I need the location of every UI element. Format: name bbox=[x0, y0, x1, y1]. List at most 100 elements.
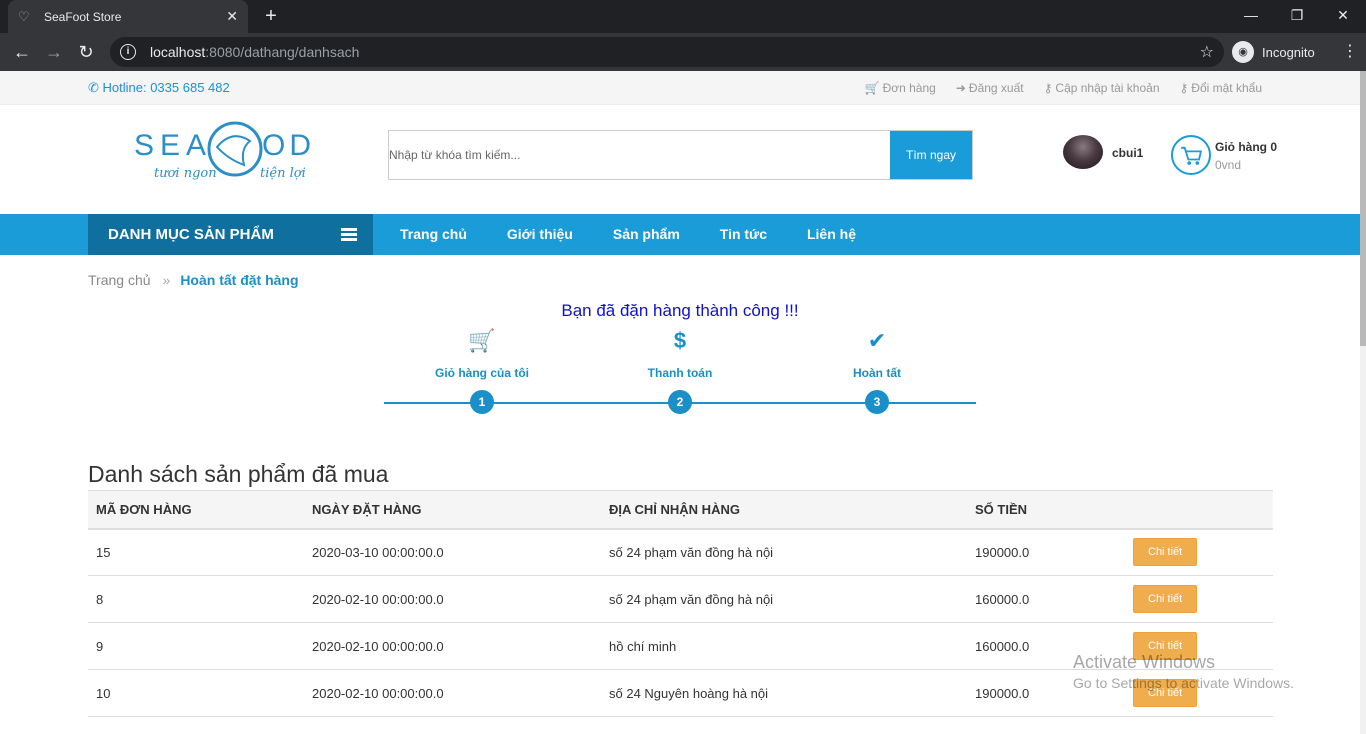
cart-title[interactable]: Giỏ hàng 0 bbox=[1215, 140, 1277, 154]
nav-item-products[interactable]: Sản phẩm bbox=[613, 214, 680, 255]
step-number: 2 bbox=[668, 390, 692, 414]
order-date: 2020-02-10 00:00:00.0 bbox=[304, 669, 601, 717]
order-action-cell: Chi tiết bbox=[1125, 528, 1273, 576]
orders-title: Danh sách sản phẩm đã mua bbox=[88, 461, 389, 487]
sign-out-icon: ➜ bbox=[955, 81, 966, 95]
column-header: SỐ TIỀN bbox=[967, 490, 1125, 530]
step-label: Thanh toán bbox=[647, 366, 713, 380]
order-amount: 160000.0 bbox=[967, 575, 1125, 623]
incognito-icon: ◉ bbox=[1232, 41, 1254, 63]
page-viewport: ✆ Hotline: 0335 685 482 🛒 Đơn hàng ➜ Đăng … bbox=[0, 71, 1360, 734]
step-cart: 🛒 Giỏ hàng của tôi 1 bbox=[407, 326, 557, 414]
close-window-button[interactable]: ✕ bbox=[1320, 0, 1366, 33]
breadcrumb-separator: » bbox=[162, 272, 171, 288]
breadcrumb-home[interactable]: Trang chủ bbox=[88, 272, 151, 288]
username[interactable]: cbui1 bbox=[1112, 146, 1143, 160]
order-id: 8 bbox=[88, 575, 304, 623]
forward-icon[interactable]: → bbox=[40, 38, 68, 66]
url-host: localhost bbox=[150, 44, 206, 60]
table-row: 15 2020-03-10 00:00:00.0 số 24 phạm văn … bbox=[88, 528, 1273, 576]
avatar[interactable] bbox=[1063, 135, 1103, 169]
search-button[interactable]: Tìm ngay bbox=[890, 131, 972, 179]
bookmark-star-icon[interactable]: ☆ bbox=[1200, 42, 1214, 62]
browser-tab-bar: ♡ SeaFoot Store ✕ + — ❐ ✕ bbox=[0, 0, 1366, 33]
close-tab-icon[interactable]: ✕ bbox=[226, 8, 238, 25]
site-header: SEA OD tươi ngon tiện lợi Tìm ngay cbui1… bbox=[0, 105, 1360, 214]
success-message: Bạn đã đặn hàng thành công !!! bbox=[561, 301, 799, 320]
order-date: 2020-03-10 00:00:00.0 bbox=[304, 528, 601, 576]
column-header: MÃ ĐƠN HÀNG bbox=[88, 490, 304, 530]
browser-menu-icon[interactable]: ⋮ bbox=[1340, 38, 1360, 66]
page-scrollbar[interactable] bbox=[1360, 71, 1366, 734]
cart-icon[interactable] bbox=[1171, 135, 1211, 175]
reload-icon[interactable]: ↻ bbox=[72, 38, 100, 66]
cart-icon: 🛒 bbox=[864, 81, 880, 95]
checkout-steps: 🛒 Giỏ hàng của tôi 1 $ Thanh toán 2 ✔ Ho… bbox=[384, 326, 976, 416]
incognito-indicator[interactable]: ◉ Incognito bbox=[1232, 38, 1315, 66]
order-address: hồ chí minh bbox=[601, 622, 967, 670]
update-account-link[interactable]: ⚷ Cập nhập tài khoản bbox=[1044, 81, 1160, 95]
detail-button[interactable]: Chi tiết bbox=[1133, 585, 1198, 613]
tab-title: SeaFoot Store bbox=[44, 9, 122, 24]
nav-item-news[interactable]: Tin tức bbox=[720, 214, 767, 255]
watermark-title: Activate Windows bbox=[1073, 652, 1216, 672]
cart-icon: 🛒 bbox=[468, 328, 496, 353]
watermark-subtitle: Go to Settings to activate Windows. bbox=[1073, 675, 1294, 691]
key-icon: ⚷ bbox=[1043, 81, 1053, 95]
heart-icon: ♡ bbox=[18, 8, 30, 24]
scrollbar-thumb[interactable] bbox=[1360, 71, 1366, 346]
incognito-label: Incognito bbox=[1262, 44, 1315, 60]
svg-text:SEA: SEA bbox=[134, 129, 212, 162]
order-action-cell: Chi tiết bbox=[1125, 575, 1273, 623]
address-bar[interactable]: i localhost :8080/dathang/danhsach ☆ bbox=[110, 37, 1224, 67]
step-label: Giỏ hàng của tôi bbox=[434, 366, 529, 380]
logout-link[interactable]: ➜ Đăng xuất bbox=[956, 81, 1024, 95]
column-header: NGÀY ĐẶT HÀNG bbox=[304, 490, 601, 530]
new-tab-button[interactable]: + bbox=[260, 4, 282, 28]
svg-text:tươi ngon: tươi ngon bbox=[154, 166, 217, 181]
cart-amount: 0vnd bbox=[1215, 158, 1242, 172]
order-address: số 24 phạm văn đồng hà nội bbox=[601, 528, 967, 576]
key-icon: ⚷ bbox=[1179, 81, 1189, 95]
order-date: 2020-02-10 00:00:00.0 bbox=[304, 622, 601, 670]
order-id: 9 bbox=[88, 622, 304, 670]
breadcrumb: Trang chủ » Hoàn tất đặt hàng bbox=[88, 272, 299, 288]
svg-text:OD: OD bbox=[262, 129, 315, 162]
change-password-link[interactable]: ⚷ Đổi mật khẩu bbox=[1180, 81, 1263, 95]
column-header bbox=[1125, 490, 1273, 530]
hotline-text: Hotline: 0335 685 482 bbox=[102, 80, 230, 95]
orders-link[interactable]: 🛒 Đơn hàng bbox=[865, 81, 936, 95]
detail-button[interactable]: Chi tiết bbox=[1133, 538, 1198, 567]
main-navbar: DANH MỤC SẢN PHẨM Trang chủ Giới thiệu S… bbox=[0, 214, 1360, 255]
back-icon[interactable]: ← bbox=[8, 38, 36, 66]
order-address: số 24 phạm văn đồng hà nội bbox=[601, 575, 967, 623]
nav-item-home[interactable]: Trang chủ bbox=[400, 214, 467, 255]
svg-text:tiện lợi: tiện lợi bbox=[260, 166, 306, 181]
breadcrumb-current: Hoàn tất đặt hàng bbox=[180, 272, 299, 288]
step-label: Hoàn tất bbox=[853, 366, 901, 380]
table-header-row: MÃ ĐƠN HÀNG NGÀY ĐẶT HÀNG ĐỊA CHỈ NHẬN H… bbox=[88, 490, 1273, 530]
step-complete: ✔ Hoàn tất 3 bbox=[802, 326, 952, 414]
category-menu-button[interactable]: DANH MỤC SẢN PHẨM bbox=[88, 214, 373, 255]
nav-item-about[interactable]: Giới thiệu bbox=[507, 214, 573, 255]
minimize-button[interactable]: — bbox=[1228, 0, 1274, 33]
hotline: ✆ Hotline: 0335 685 482 bbox=[88, 80, 230, 96]
seafood-logo[interactable]: SEA OD tươi ngon tiện lợi bbox=[132, 119, 332, 191]
table-row: 8 2020-02-10 00:00:00.0 số 24 phạm văn đ… bbox=[88, 575, 1273, 623]
order-date: 2020-02-10 00:00:00.0 bbox=[304, 575, 601, 623]
hamburger-icon bbox=[341, 228, 357, 241]
search-input[interactable] bbox=[389, 131, 890, 179]
category-label: DANH MỤC SẢN PHẨM bbox=[108, 226, 274, 243]
info-icon[interactable]: i bbox=[120, 44, 136, 60]
dollar-icon: $ bbox=[673, 328, 687, 353]
windows-activation-watermark: Activate Windows Go to Settings to activ… bbox=[1073, 652, 1294, 691]
account-links: 🛒 Đơn hàng ➜ Đăng xuất ⚷ Cập nhập tài khoản… bbox=[865, 81, 1262, 95]
url-path: :8080/dathang/danhsach bbox=[205, 44, 360, 60]
order-id: 15 bbox=[88, 528, 304, 576]
browser-tab[interactable]: ♡ SeaFoot Store ✕ bbox=[8, 0, 248, 33]
step-payment: $ Thanh toán 2 bbox=[605, 326, 755, 414]
column-header: ĐỊA CHỈ NHẬN HÀNG bbox=[601, 490, 967, 530]
nav-item-contact[interactable]: Liên hệ bbox=[807, 214, 856, 255]
check-icon: ✔ bbox=[867, 328, 887, 353]
restore-button[interactable]: ❐ bbox=[1274, 0, 1320, 33]
